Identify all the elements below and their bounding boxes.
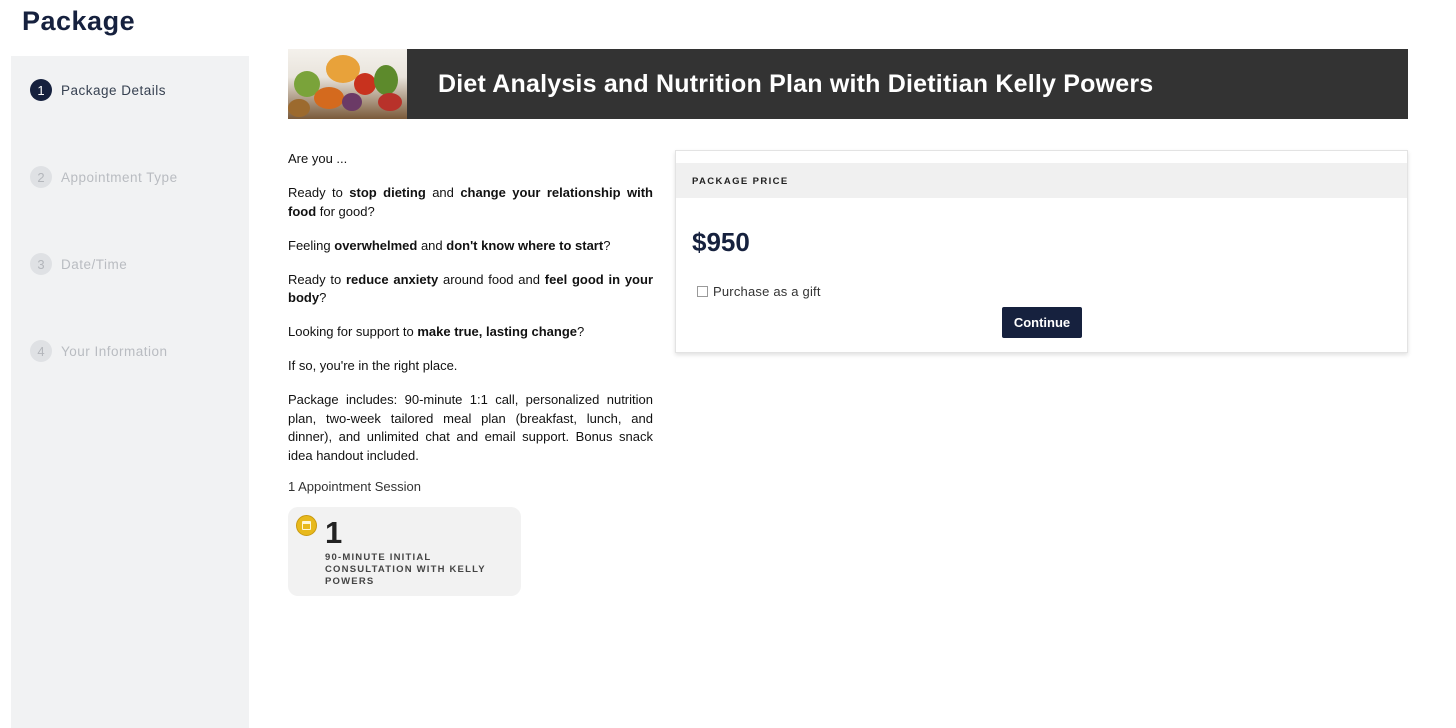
step-label: Package Details [61, 82, 167, 98]
step-number: 2 [30, 166, 52, 188]
package-price: $950 [692, 227, 750, 257]
package-title: Diet Analysis and Nutrition Plan with Di… [438, 69, 1154, 98]
package-description: Are you ... Ready to stop dieting and ch… [288, 150, 653, 481]
step-label: Date/Time [61, 256, 128, 272]
gift-checkbox[interactable] [697, 286, 708, 297]
description-paragraph: If so, you're in the right place. [288, 358, 458, 373]
price-card: PACKAGE PRICE $950 Purchase as a gift Co… [675, 150, 1408, 353]
step-label: Appointment Type [61, 169, 178, 185]
step-number: 3 [30, 253, 52, 275]
step-number: 1 [30, 79, 52, 101]
package-includes-text: Package includes: 90-minute 1:1 call, pe… [288, 392, 653, 463]
session-count: 1 Appointment Session [288, 479, 421, 494]
session-quantity: 1 [325, 515, 343, 550]
session-card: 1 90-MINUTE INITIAL CONSULTATION WITH KE… [288, 507, 521, 596]
package-banner: Diet Analysis and Nutrition Plan with Di… [288, 49, 1408, 119]
price-header: PACKAGE PRICE [676, 163, 1407, 198]
gift-label: Purchase as a gift [713, 284, 821, 299]
description-paragraph: Feeling overwhelmed and don't know where… [288, 237, 611, 253]
step-package-details[interactable]: 1 Package Details [30, 78, 166, 102]
description-paragraph: Looking for support to make true, lastin… [288, 324, 585, 339]
gift-option[interactable]: Purchase as a gift [697, 284, 821, 299]
page-title: Package [22, 6, 136, 36]
step-label: Your Information [61, 343, 168, 359]
vegetables-image [288, 49, 407, 119]
price-header-label: PACKAGE PRICE [692, 176, 789, 187]
step-appointment-type[interactable]: 2 Appointment Type [30, 165, 178, 189]
session-name: 90-MINUTE INITIAL CONSULTATION WITH KELL… [325, 552, 486, 588]
continue-button[interactable]: Continue [1002, 307, 1082, 338]
description-paragraph: Ready to reduce anxiety around food and … [288, 271, 653, 306]
step-date-time[interactable]: 3 Date/Time [30, 252, 127, 276]
description-paragraph: Are you ... [288, 151, 348, 166]
description-paragraph: Ready to stop dieting and change your re… [288, 185, 653, 219]
step-number: 4 [30, 340, 52, 362]
step-your-information[interactable]: 4 Your Information [30, 339, 168, 363]
calendar-icon [296, 515, 317, 536]
steps-sidebar: 1 Package Details 2 Appointment Type 3 D… [11, 56, 249, 728]
